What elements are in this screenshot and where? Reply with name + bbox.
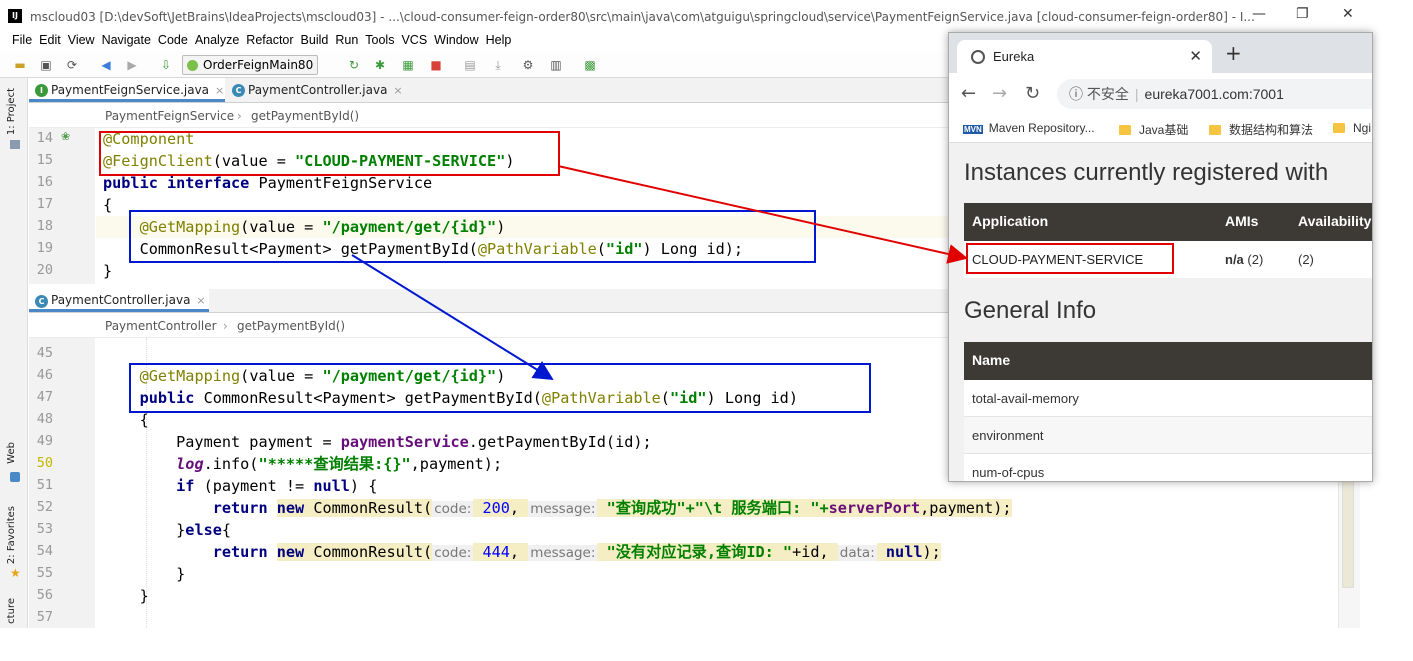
blue-arrow — [351, 254, 554, 381]
red-arrow — [557, 165, 968, 264]
annotation-arrows — [351, 165, 968, 381]
